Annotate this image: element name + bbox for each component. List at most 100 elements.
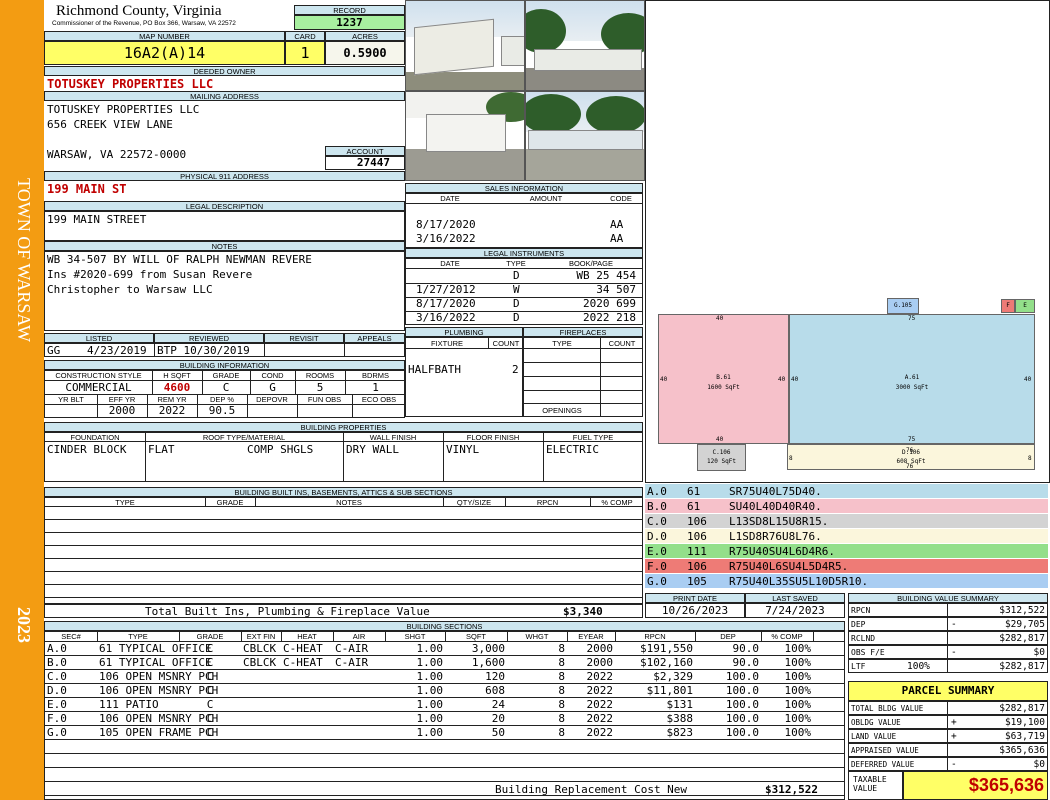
bvs-value: $282,817 — [999, 661, 1045, 672]
sale-date: 8/17/2020 — [416, 218, 476, 231]
instrument-type: D — [513, 269, 520, 282]
mailing-address-label: MAILING ADDRESS — [44, 91, 405, 101]
notes-line-1: WB 34-507 BY WILL OF RALPH NEWMAN REVERE — [47, 253, 312, 266]
section-header-5: AIR — [352, 632, 366, 641]
legal-instruments-label: LEGAL INSTRUMENTS — [405, 248, 643, 258]
section-header-9: EYEAR — [578, 632, 604, 641]
dim-b-left: 40 — [660, 376, 668, 383]
instrument-header-1: TYPE — [506, 259, 526, 268]
fireplaces-label: FIREPLACES — [523, 327, 643, 337]
bvs-row-2: RCLND $282,817 — [848, 631, 1048, 645]
mailing-line-1: TOTUSKEY PROPERTIES LLC — [47, 103, 200, 116]
section-cell: 106 OPEN MSNRY PCH — [99, 670, 219, 683]
building-info-value2-3: 90.5 — [208, 404, 236, 417]
print-date-label: PRINT DATE — [645, 593, 745, 603]
legend-row-D.0: D.0 106 L1SD8R76U8L76. — [645, 529, 1048, 544]
grid-line — [947, 758, 948, 770]
grid-line — [281, 632, 282, 641]
map-number-label: MAP NUMBER — [44, 31, 285, 41]
building-info-value-2: C — [222, 381, 230, 394]
dim-b-top: 40 — [716, 315, 724, 322]
legal-instruments-box: DATE TYPE BOOK/PAGE D WB 25 454 1/27/2012 W 34 … — [405, 258, 643, 325]
legend-section: B.0 — [647, 500, 667, 513]
deeded-owner: TOTUSKEY PROPERTIES LLC — [47, 77, 214, 91]
section-cell: 120 — [485, 670, 505, 683]
legend-row-F.0: F.0 106 R75U40L6SU4L5D4R5. — [645, 559, 1048, 574]
grid-line — [295, 371, 296, 394]
legend-vector: L1SD8R76U8L76. — [729, 530, 822, 543]
section-cell: C — [206, 656, 214, 669]
openings-label: OPENINGS — [542, 406, 582, 415]
reviewed-label: REVIEWED — [154, 333, 264, 343]
section-header-2: GRADE — [196, 632, 224, 641]
notes-line-2: Ins #2020-699 from Susan Revere — [47, 268, 253, 281]
grid-line — [406, 283, 642, 284]
building-info-header-0: CONSTRUCTION STYLE — [55, 371, 142, 380]
builtins-total-label: Total Built Ins, Plumbing & Fireplace Va… — [145, 605, 430, 618]
account-number: 27447 — [325, 156, 405, 170]
grid-line — [947, 646, 948, 658]
section-cell: 100% — [784, 670, 812, 683]
section-cell: 608 — [485, 684, 505, 697]
sketch-section-b: B.61 1600 SqFt — [658, 314, 789, 444]
legal-description: 199 MAIN STREET — [47, 213, 147, 226]
parcel-label: TOTAL BLDG VALUE — [851, 704, 924, 713]
building-info-label: BUILDING INFORMATION — [44, 360, 405, 370]
bvs-label: BUILDING VALUE SUMMARY — [848, 593, 1048, 603]
sales-label: SALES INFORMATION — [405, 183, 643, 193]
property-photo-3 — [405, 91, 525, 181]
grid-line — [241, 632, 242, 641]
section-header-3: EXT FIN — [246, 632, 276, 641]
bvs-label: OBS F/E — [851, 648, 885, 657]
grid-line — [45, 767, 844, 768]
building-info-header2-1: EFF YR — [108, 395, 136, 404]
town-text: TOWN OF WARSAW — [14, 178, 34, 342]
legend-section: C.0 — [647, 515, 667, 528]
building-info-value-3: G — [269, 381, 276, 394]
last-saved-label: LAST SAVED — [745, 593, 845, 603]
parcel-row-0: TOTAL BLDG VALUE $282,817 — [848, 701, 1048, 715]
roof-type-value: FLAT — [148, 443, 175, 456]
section-cell: A.0 — [47, 642, 67, 655]
grid-line — [197, 394, 198, 417]
notes-label: NOTES — [44, 241, 405, 251]
fireplace-type-header: TYPE — [552, 339, 572, 348]
section-cell: 8 — [558, 642, 565, 655]
section-cell: 100.0 — [725, 712, 759, 725]
sale-code: AA — [610, 232, 624, 245]
building-sections-box: SEC# TYPE GRADE EXT FIN HEAT AIR SHGT SQFT WHGT E… — [44, 631, 845, 800]
sale-date: 3/16/2022 — [416, 232, 476, 245]
section-cell: 100% — [784, 712, 812, 725]
bvs-sign: - — [951, 619, 957, 630]
section-cell: 2022 — [586, 684, 614, 697]
grid-line — [813, 632, 814, 641]
plumbing-count: 2 — [512, 363, 519, 376]
legend-row-A.0: A.0 61 SR75U40L75D40. — [645, 484, 1048, 499]
section-cell: 8 — [558, 712, 565, 725]
section-header-12: % COMP — [771, 632, 803, 641]
year-text: 2023 — [14, 607, 34, 643]
section-cell: 1.00 — [416, 642, 444, 655]
building-info-header2-5: FUN OBS — [307, 395, 342, 404]
sketch-c-area: 120 SqFt — [707, 458, 736, 465]
legend-section: A.0 — [647, 485, 667, 498]
parcel-value: $365,636 — [999, 745, 1045, 756]
bvs-label: RCLND — [851, 634, 876, 643]
section-cell: 20 — [491, 712, 505, 725]
sales-header-2: CODE — [610, 194, 632, 203]
builtins-label: BUILDING BUILT INS, BASEMENTS, ATTICS & … — [44, 487, 643, 497]
foundation-value: CINDER BLOCK — [47, 443, 127, 456]
parcel-value: $63,719 — [1004, 731, 1045, 742]
deeded-owner-label: DEEDED OWNER — [44, 66, 405, 76]
section-cell: 8 — [558, 684, 565, 697]
grid-line — [45, 404, 404, 405]
bvs-value: $0 — [1033, 647, 1045, 658]
parcel-label: APPRAISED VALUE — [851, 746, 919, 755]
bvs-label: DEP — [851, 620, 866, 629]
legend-code: 105 — [687, 575, 707, 588]
section-cell: D.0 — [47, 684, 67, 697]
grid-line — [761, 632, 762, 641]
section-cell: C — [206, 642, 214, 655]
building-info-header-1: H SQFT — [163, 371, 191, 380]
legend-section: D.0 — [647, 530, 667, 543]
